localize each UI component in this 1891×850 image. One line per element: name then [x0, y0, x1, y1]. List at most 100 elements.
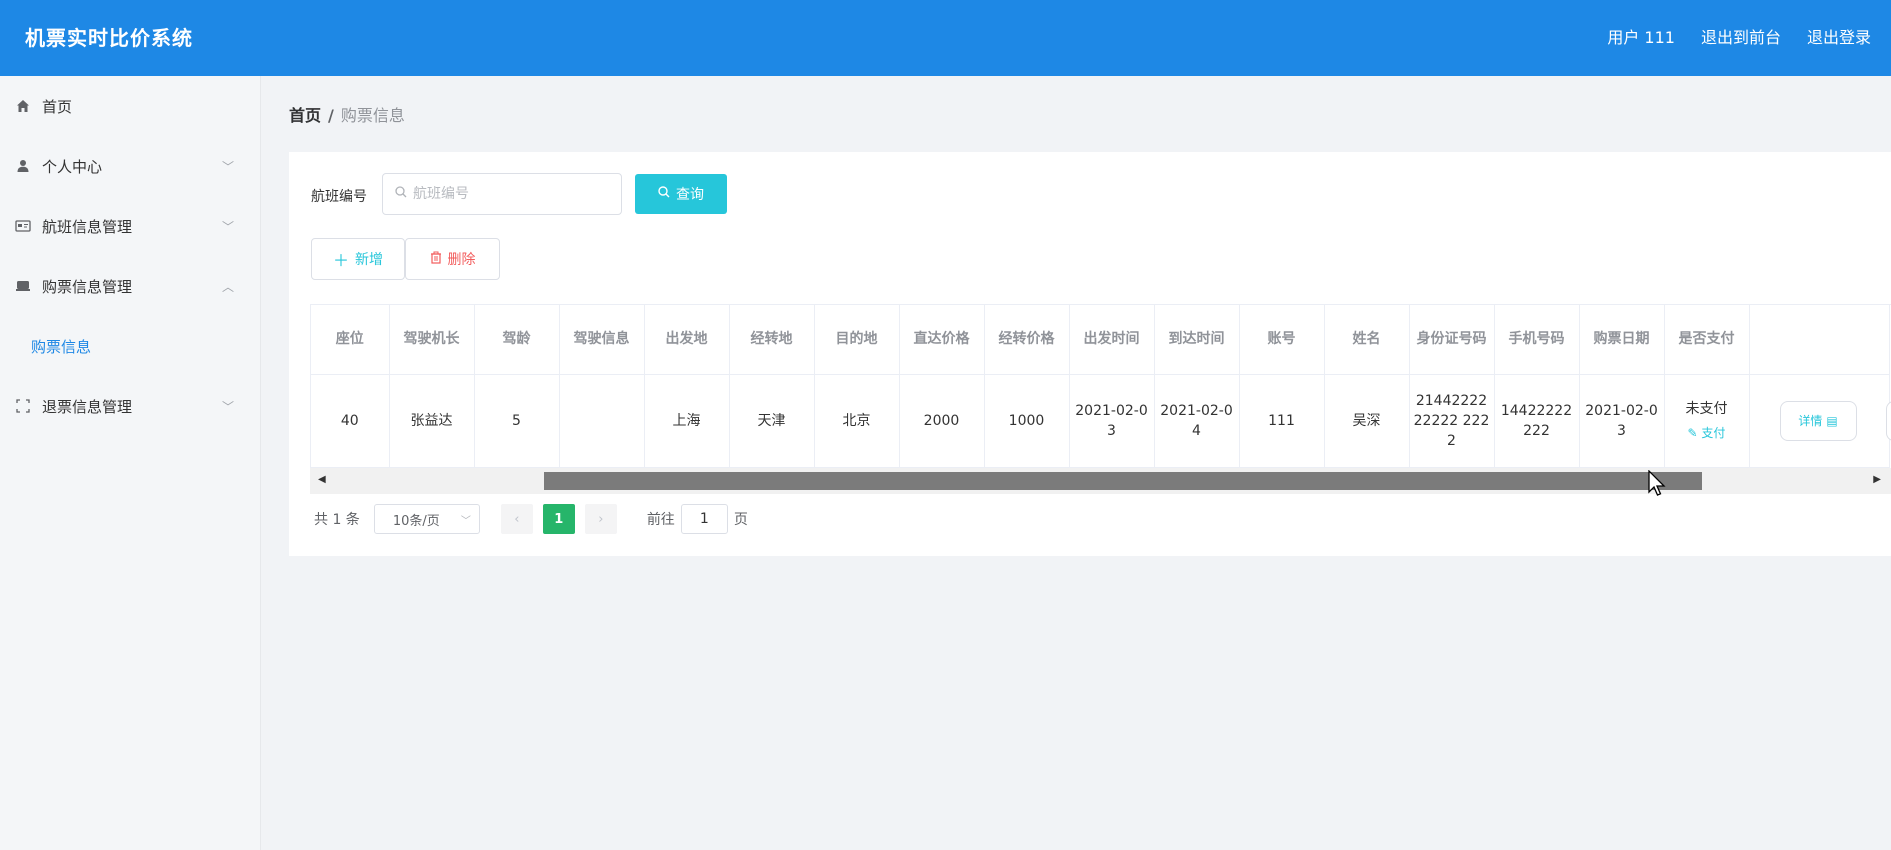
- sidebar-item-flight-manage[interactable]: 航班信息管理 ﹀: [0, 196, 260, 256]
- prev-page-button[interactable]: ‹: [500, 504, 533, 534]
- mouse-cursor-icon: [1648, 469, 1666, 498]
- column-header: 经转地: [729, 305, 815, 375]
- column-header: 是否支付: [1664, 305, 1750, 375]
- column-header: [1749, 305, 1890, 375]
- scroll-right-icon[interactable]: ▶: [1873, 474, 1881, 485]
- breadcrumb-separator: /: [328, 106, 334, 125]
- breadcrumb: 首页 / 购票信息: [289, 102, 405, 126]
- cell-origin: 上海: [644, 374, 730, 468]
- sidebar-item-label: 退票信息管理: [42, 397, 133, 416]
- column-header: 姓名: [1324, 305, 1410, 375]
- sidebar-subitem-label: 购票信息: [31, 337, 92, 356]
- sidebar-item-label: 个人中心: [42, 157, 103, 176]
- page-number-button[interactable]: 1: [542, 504, 575, 534]
- column-header: 驾龄: [474, 305, 560, 375]
- column-header: 到达时间: [1154, 305, 1240, 375]
- cell-id-number: 2144222222222 2222: [1409, 374, 1495, 468]
- cell-experience: 5: [474, 374, 560, 468]
- pagination: 共 1 条 10条/页 ﹀ ‹ 1 › 前往 1 页: [314, 503, 748, 535]
- column-header: 目的地: [814, 305, 900, 375]
- sidebar-item-label: 航班信息管理: [42, 217, 133, 236]
- sidebar-item-label: 首页: [42, 97, 73, 116]
- cell-pilot-info: [559, 374, 645, 468]
- header-actions: 用户 111 退出到前台 退出登录: [1607, 24, 1871, 48]
- column-header: 出发时间: [1069, 305, 1155, 375]
- chevron-down-icon: ﹀: [221, 220, 234, 234]
- cell-transit: 天津: [729, 374, 815, 468]
- cell-name: 吴深: [1324, 374, 1410, 468]
- cell-depart-time: 2021-02-03: [1069, 374, 1155, 468]
- cell-transit-price: 1000: [984, 374, 1070, 468]
- delete-button[interactable]: 删除: [405, 238, 500, 280]
- cell-captain: 张益达: [389, 374, 475, 468]
- total-count: 共 1 条: [314, 512, 360, 528]
- user-icon: [14, 157, 32, 175]
- chevron-down-icon: ﹀: [460, 515, 471, 527]
- detail-label: 详情: [1798, 413, 1823, 428]
- chevron-down-icon: ﹀: [221, 400, 234, 414]
- page-size-value: 10条/页: [392, 513, 440, 529]
- sidebar-item-refund-manage[interactable]: 退票信息管理 ﹀: [0, 376, 260, 436]
- delete-label: 删除: [447, 252, 476, 268]
- column-header: 座位: [311, 305, 390, 375]
- sidebar-item-label: 购票信息管理: [42, 277, 133, 296]
- pay-label: 支付: [1701, 425, 1726, 440]
- search-label: 航班编号: [311, 189, 367, 205]
- column-header: 经转价格: [984, 305, 1070, 375]
- next-page-button[interactable]: ›: [584, 504, 617, 534]
- sidebar: 首页 个人中心 ﹀ 航班信息管理 ﹀ 购票信息管理 ︿ 购票信息 退票信息管理 …: [0, 76, 261, 850]
- column-header: 直达价格: [899, 305, 985, 375]
- cell-account: 111: [1239, 374, 1325, 468]
- card-icon: [14, 217, 32, 235]
- cell-purchase-date: 2021-02-03: [1579, 374, 1665, 468]
- breadcrumb-home[interactable]: 首页: [289, 106, 321, 125]
- column-header: 购票日期: [1579, 305, 1665, 375]
- search-input[interactable]: [413, 186, 603, 202]
- ticket-table: 座位 驾驶机长 驾龄 驾驶信息 出发地 经转地 目的地 直达价格 经转价格 出发…: [310, 304, 1891, 468]
- query-button[interactable]: 查询: [635, 174, 727, 214]
- goto-label: 前往: [646, 512, 675, 528]
- edit-icon: ✎: [1687, 425, 1702, 440]
- table-header-row: 座位 驾驶机长 驾龄 驾驶信息 出发地 经转地 目的地 直达价格 经转价格 出发…: [311, 305, 1890, 375]
- search-icon: [658, 186, 670, 202]
- scroll-left-icon[interactable]: ◀: [318, 474, 326, 485]
- cell-paid: 未支付 ✎ 支付: [1664, 374, 1750, 468]
- detail-button[interactable]: 详情 ▤: [1779, 400, 1857, 441]
- goto-page-input[interactable]: 1: [680, 504, 728, 534]
- column-header: 账号: [1239, 305, 1325, 375]
- app-title: 机票实时比价系统: [25, 26, 193, 50]
- search-icon: [395, 186, 407, 202]
- add-label: 新增: [355, 252, 383, 268]
- add-button[interactable]: ＋ 新增: [311, 238, 405, 280]
- plus-icon: ＋: [332, 251, 349, 270]
- top-header: 机票实时比价系统 用户 111 退出到前台 退出登录: [0, 0, 1891, 76]
- cell-destination: 北京: [814, 374, 900, 468]
- back-to-front-link[interactable]: 退出到前台: [1701, 24, 1781, 48]
- flight-number-search[interactable]: [382, 173, 622, 215]
- expand-icon: [14, 397, 32, 415]
- cell-phone: 14422222222: [1494, 374, 1580, 468]
- cell-direct-price: 2000: [899, 374, 985, 468]
- more-action-button[interactable]: [1886, 401, 1891, 441]
- column-header: 身份证号码: [1409, 305, 1495, 375]
- query-label: 查询: [676, 187, 704, 203]
- column-header: 驾驶机长: [389, 305, 475, 375]
- breadcrumb-current: 购票信息: [340, 106, 405, 125]
- sidebar-item-ticket-info[interactable]: 购票信息: [0, 316, 260, 376]
- page-size-select[interactable]: 10条/页 ﹀: [373, 504, 480, 534]
- sidebar-item-ticket-manage[interactable]: 购票信息管理 ︿: [0, 256, 260, 316]
- user-name: 用户 111: [1607, 28, 1675, 47]
- sidebar-item-profile[interactable]: 个人中心 ﹀: [0, 136, 260, 196]
- cell-seat: 40: [311, 374, 390, 468]
- table-row[interactable]: 40 张益达 5 上海 天津 北京 2000 1000 2021-02-03 2…: [311, 374, 1890, 468]
- chevron-up-icon: ︿: [221, 280, 234, 294]
- chevron-down-icon: ﹀: [221, 160, 234, 174]
- logout-link[interactable]: 退出登录: [1807, 24, 1871, 48]
- sidebar-item-home[interactable]: 首页: [0, 76, 260, 136]
- cell-actions: 详情 ▤: [1749, 374, 1890, 468]
- pay-button[interactable]: ✎ 支付: [1669, 423, 1745, 443]
- trash-icon: [430, 251, 442, 268]
- column-header: 出发地: [644, 305, 730, 375]
- scrollbar-thumb[interactable]: [544, 472, 1702, 490]
- ticket-icon: [14, 277, 32, 295]
